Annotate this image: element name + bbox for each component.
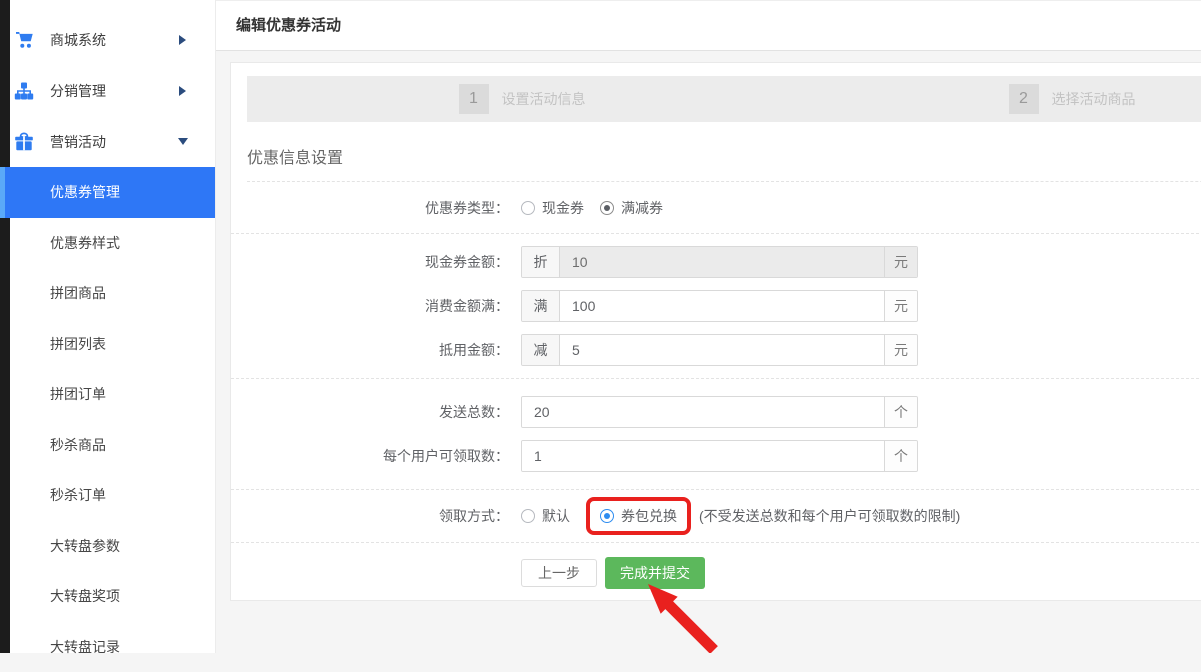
coupon-form-panel: 1 设置活动信息 2 选择活动商品 优惠信息设置 优惠券类型： 现金券 满减券 [230,62,1201,601]
per-user-limit-label: 每个用户可领取数： [231,446,509,466]
prefix-addon: 满 [522,291,560,321]
deduct-amount-group: 减 元 [521,334,918,366]
coupon-type-label: 优惠券类型： [231,198,509,218]
sidebar-item-wheel-records[interactable]: 大转盘记录 [10,622,215,672]
prev-step-button[interactable]: 上一步 [521,559,597,587]
deduct-amount-row: 抵用金额： 减 元 [231,334,1201,366]
step-1-number: 1 [459,84,489,114]
cash-amount-input [560,247,884,277]
per-user-limit-input[interactable] [522,441,884,471]
unit-addon: 元 [884,247,917,277]
sidebar-item-mall-system[interactable]: 商城系统 [10,14,215,65]
send-total-label: 发送总数： [231,402,509,422]
radio-circle-icon [600,509,614,523]
wizard-steps: 1 设置活动信息 2 选择活动商品 [247,76,1201,122]
deduct-amount-input[interactable] [560,335,884,365]
cash-amount-row: 现金券金额： 折 元 [231,246,1201,278]
chevron-down-icon [178,138,188,145]
content-area: 1 设置活动信息 2 选择活动商品 优惠信息设置 优惠券类型： 现金券 满减券 [216,52,1201,653]
step-1: 1 设置活动信息 [247,84,797,114]
deduct-amount-label: 抵用金额： [231,340,509,360]
radio-cash-coupon[interactable]: 现金券 [521,198,584,218]
sidebar-item-seckill-orders[interactable]: 秒杀订单 [10,470,215,521]
step-2-label: 选择活动商品 [1052,89,1136,109]
receive-method-label: 领取方式： [231,506,509,526]
step-1-label: 设置活动信息 [502,89,586,109]
send-total-group: 个 [521,396,918,428]
sidebar-item-marketing[interactable]: 营销活动 [10,116,215,167]
per-user-limit-row: 每个用户可领取数： 个 [231,440,1201,472]
cash-amount-label: 现金券金额： [231,252,509,272]
send-total-row: 发送总数： 个 [231,396,1201,428]
highlight-box-annotation: 券包兑换 [586,497,691,535]
sidebar-item-label: 商城系统 [50,30,179,50]
receive-method-hint: (不受发送总数和每个用户可领取数的限制) [699,506,960,526]
unit-addon: 个 [884,397,917,427]
gift-icon [14,132,34,152]
send-total-input[interactable] [522,397,884,427]
sidebar-item-coupon-manage[interactable]: 优惠券管理 [0,167,215,218]
sidebar-item-groupbuy-goods[interactable]: 拼团商品 [10,268,215,319]
submit-button[interactable]: 完成并提交 [605,557,705,589]
sidebar-item-groupbuy-list[interactable]: 拼团列表 [10,319,215,370]
form-actions: 上一步 完成并提交 [231,543,1201,589]
prefix-addon: 减 [522,335,560,365]
coupon-edit-page: { "page": { "title": "编辑优惠券活动" }, "sideb… [0,0,1201,653]
count-rows: 发送总数： 个 每个用户可领取数： 个 [231,379,1201,490]
cart-icon [14,30,34,50]
content-header: 编辑优惠券活动 [216,0,1201,51]
radio-threshold-coupon[interactable]: 满减券 [600,198,663,218]
amount-rows: 现金券金额： 折 元 消费金额满： 满 元 抵用金额： 减 [231,234,1201,379]
sidebar: 商城系统 分销管理 [0,0,216,653]
page-title: 编辑优惠券活动 [236,1,341,51]
spend-threshold-label: 消费金额满： [231,296,509,316]
sidebar-item-distribution[interactable]: 分销管理 [10,65,215,116]
sidebar-item-label: 营销活动 [50,132,178,152]
sidebar-item-coupon-style[interactable]: 优惠券样式 [10,218,215,269]
sidebar-item-wheel-prizes[interactable]: 大转盘奖项 [10,571,215,622]
per-user-limit-group: 个 [521,440,918,472]
radio-circle-icon [600,201,614,215]
radio-circle-icon [521,201,535,215]
step-2: 2 选择活动商品 [797,84,1201,114]
coupon-type-row: 优惠券类型： 现金券 满减券 [231,182,1201,234]
chevron-right-icon [179,86,186,96]
spend-threshold-row: 消费金额满： 满 元 [231,290,1201,322]
sidebar-item-wheel-params[interactable]: 大转盘参数 [10,521,215,572]
receive-method-row: 领取方式： 默认 券包兑换 (不受发送总数和每个用户可领取数的限制) [231,490,1201,543]
sidebar-item-label: 分销管理 [50,81,179,101]
sitemap-icon [14,81,34,101]
section-title: 优惠信息设置 [247,122,1201,182]
unit-addon: 元 [884,335,917,365]
sidebar-item-groupbuy-orders[interactable]: 拼团订单 [10,369,215,420]
cash-amount-group: 折 元 [521,246,918,278]
chevron-right-icon [179,35,186,45]
radio-package-exchange[interactable]: 券包兑换 [600,506,677,526]
prefix-addon: 折 [522,247,560,277]
spend-threshold-input[interactable] [560,291,884,321]
spend-threshold-group: 满 元 [521,290,918,322]
unit-addon: 个 [884,441,917,471]
sidebar-item-seckill-goods[interactable]: 秒杀商品 [10,420,215,471]
step-2-number: 2 [1009,84,1039,114]
radio-circle-icon [521,509,535,523]
radio-default-method[interactable]: 默认 [521,506,570,526]
sidebar-menu: 商城系统 分销管理 [0,0,215,672]
unit-addon: 元 [884,291,917,321]
